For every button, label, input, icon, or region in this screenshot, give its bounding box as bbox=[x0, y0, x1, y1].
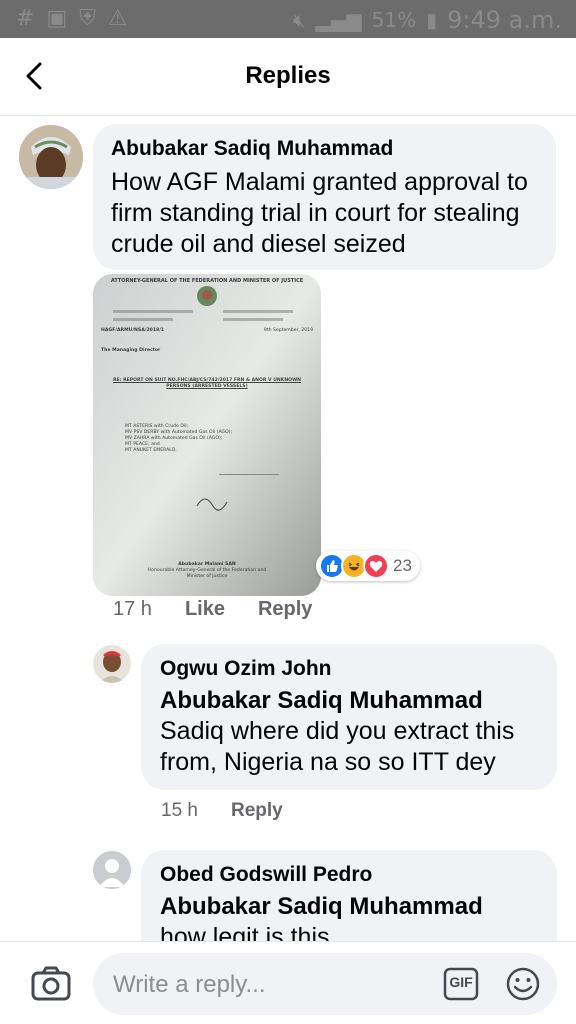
header: Replies bbox=[0, 38, 576, 116]
shield-icon: ⛨ bbox=[79, 6, 96, 31]
comment-bubble[interactable]: Abubakar Sadiq Muhammad How AGF Malami g… bbox=[93, 124, 556, 270]
reply-author[interactable]: Ogwu Ozim John bbox=[160, 657, 538, 681]
profile-photo bbox=[19, 125, 83, 189]
battery-percent: 51% bbox=[371, 8, 417, 32]
replies-sheet: Replies Abubakar Sadiq Muhammad How AGF … bbox=[0, 38, 576, 1024]
reply-bubble[interactable]: Ogwu Ozim John Abubakar Sadiq Muhammad S… bbox=[141, 644, 557, 790]
like-button[interactable]: Like bbox=[185, 598, 225, 621]
clock: 9:49 a.m. bbox=[447, 6, 562, 34]
doc-item: MT ANUKET EMERALD. bbox=[125, 448, 177, 453]
reply-actions: 15 h Reply bbox=[161, 800, 283, 822]
hash-icon: # bbox=[16, 6, 35, 31]
smiley-icon bbox=[506, 967, 540, 1001]
default-avatar-icon bbox=[93, 851, 131, 889]
camera-button[interactable] bbox=[29, 962, 73, 1006]
attached-photo[interactable]: ATTORNEY-GENERAL OF THE FEDERATION AND M… bbox=[93, 274, 321, 596]
doc-signatory-title: Honourable Attorney-General of the Feder… bbox=[147, 568, 267, 579]
battery-icon: ▮ bbox=[426, 8, 438, 32]
reply-author[interactable]: Obed Godswill Pedro bbox=[160, 863, 538, 887]
profile-photo bbox=[93, 645, 131, 683]
avatar[interactable] bbox=[19, 125, 83, 189]
reply-button[interactable]: Reply bbox=[258, 598, 312, 621]
love-icon bbox=[363, 553, 389, 579]
page-title: Replies bbox=[245, 62, 331, 89]
avatar[interactable] bbox=[93, 851, 131, 889]
mentioned-user[interactable]: Abubakar Sadiq Muhammad bbox=[160, 687, 538, 715]
notification-icons: # ▣ ⛨ ⚠ bbox=[16, 6, 127, 31]
camera-icon bbox=[31, 966, 71, 1001]
image-icon: ▣ bbox=[46, 6, 68, 31]
letterhead: ATTORNEY-GENERAL OF THE FEDERATION AND M… bbox=[110, 278, 304, 284]
reply-placeholder: Write a reply... bbox=[113, 971, 266, 998]
reply-timestamp: 15 h bbox=[161, 800, 198, 821]
emoji-button[interactable] bbox=[505, 966, 541, 1002]
signal-icon: ▂▄▆ bbox=[315, 8, 362, 32]
comment-timestamp: 17 h bbox=[113, 598, 152, 620]
doc-addressee: The Managing Director bbox=[101, 348, 161, 353]
reaction-summary[interactable]: 23 bbox=[316, 551, 420, 581]
warning-icon: ⚠ bbox=[107, 6, 128, 31]
mute-icon: 🔇︎ bbox=[292, 8, 306, 32]
mentioned-user[interactable]: Abubakar Sadiq Muhammad bbox=[160, 893, 538, 921]
reply-input[interactable]: Write a reply... GIF bbox=[93, 953, 557, 1015]
document-text: ATTORNEY-GENERAL OF THE FEDERATION AND M… bbox=[101, 278, 313, 580]
reply-composer: Write a reply... GIF bbox=[0, 941, 576, 1024]
reply-text: Sadiq where did you extract this from, N… bbox=[160, 717, 515, 776]
comment-author[interactable]: Abubakar Sadiq Muhammad bbox=[111, 137, 538, 161]
reaction-count: 23 bbox=[393, 556, 412, 575]
comment-text: How AGF Malami granted approval to firm … bbox=[111, 168, 528, 258]
avatar[interactable] bbox=[93, 645, 131, 683]
gif-button[interactable]: GIF bbox=[443, 967, 479, 1001]
doc-subject: RE: REPORT ON SUIT NO.FHC/ABJ/CS/742/201… bbox=[112, 378, 302, 389]
gif-label: GIF bbox=[449, 974, 473, 990]
status-bar: # ▣ ⛨ ⚠ 🔇︎ ▂▄▆ 51% ▮ 9:49 a.m. bbox=[0, 0, 576, 38]
doc-items: MT ASTERIS with Crude Oil; MV PSV DERBY … bbox=[101, 424, 313, 454]
system-icons: 🔇︎ ▂▄▆ 51% ▮ 9:49 a.m. bbox=[293, 6, 562, 34]
comment-actions: 17 h Like Reply bbox=[113, 598, 312, 621]
reply-button[interactable]: Reply bbox=[231, 800, 283, 822]
